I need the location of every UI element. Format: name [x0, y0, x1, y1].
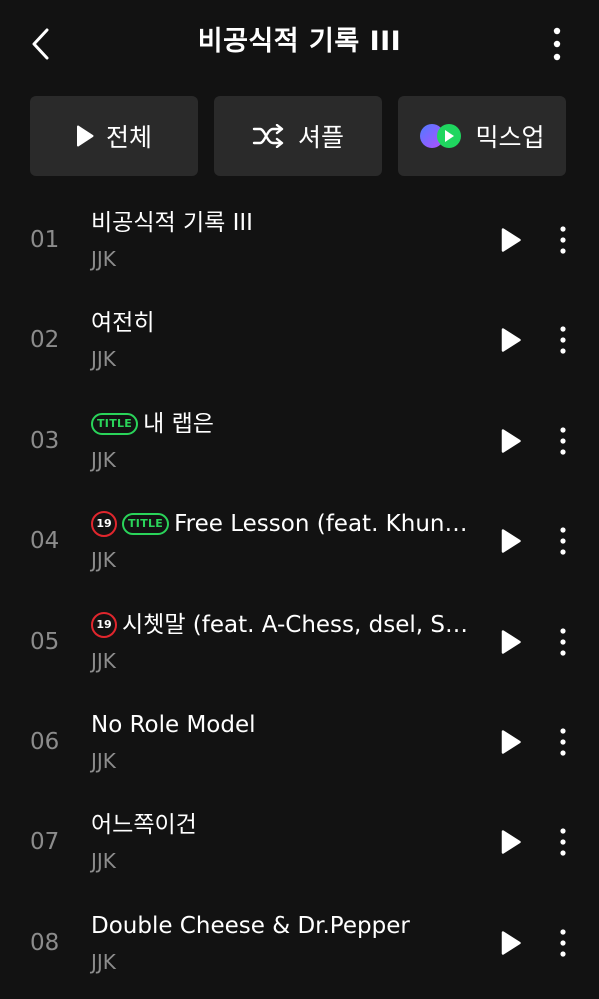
track-play-button[interactable]	[494, 521, 528, 561]
track-more-button[interactable]	[548, 923, 578, 963]
explicit-badge: 19	[91, 511, 117, 537]
track-play-button[interactable]	[494, 722, 528, 762]
track-title-text: Double Cheese & Dr.Pepper	[91, 913, 410, 939]
title-track-badge: TITLE	[91, 413, 139, 435]
track-title-text: Free Lesson (feat. Khundi…	[174, 511, 479, 537]
track-title: Double Cheese & Dr.Pepper	[91, 908, 479, 944]
more-vertical-icon	[553, 27, 561, 61]
track-artist: JJK	[91, 649, 116, 673]
track-row[interactable]: 02 여전히 JJK	[0, 290, 599, 390]
shuffle-button[interactable]: 셔플	[214, 96, 382, 176]
play-all-label: 전체	[105, 123, 152, 152]
mixup-label: 믹스업	[475, 123, 545, 152]
explicit-badge: 19	[91, 612, 117, 638]
track-play-button[interactable]	[494, 923, 528, 963]
track-artist: JJK	[91, 849, 116, 873]
track-more-button[interactable]	[548, 320, 578, 360]
track-number: 01	[30, 227, 60, 253]
track-more-button[interactable]	[548, 220, 578, 260]
track-artist: JJK	[91, 448, 116, 472]
more-vertical-icon	[560, 728, 566, 756]
play-icon	[501, 630, 521, 654]
more-vertical-icon	[560, 326, 566, 354]
track-number: 02	[30, 327, 60, 353]
mixup-button[interactable]: 믹스업	[398, 96, 566, 176]
play-icon	[501, 429, 521, 453]
more-vertical-icon	[560, 527, 566, 555]
track-artist: JJK	[91, 749, 116, 773]
mixup-icon	[420, 124, 462, 148]
shuffle-icon	[252, 124, 284, 148]
track-title-text: 여전히	[91, 310, 155, 336]
track-more-button[interactable]	[548, 822, 578, 862]
play-icon	[501, 529, 521, 553]
track-title: 여전히	[91, 305, 479, 341]
page-title: 비공식적 기록 III	[197, 26, 402, 57]
more-vertical-icon	[560, 628, 566, 656]
track-number: 08	[30, 930, 60, 956]
track-row[interactable]: 01 비공식적 기록 III JJK	[0, 190, 599, 290]
track-artist: JJK	[91, 548, 116, 572]
app-header: 비공식적 기록 III	[0, 0, 599, 86]
track-row[interactable]: 04 19 TITLE Free Lesson (feat. Khundi… JJK	[0, 491, 599, 591]
track-title-text: 어느쪽이건	[91, 812, 197, 838]
more-vertical-icon	[560, 427, 566, 455]
more-vertical-icon	[560, 828, 566, 856]
track-play-button[interactable]	[494, 320, 528, 360]
track-title: TITLE 내 랩은	[91, 406, 479, 442]
track-artist: JJK	[91, 950, 116, 974]
track-play-button[interactable]	[494, 622, 528, 662]
track-title: No Role Model	[91, 707, 479, 743]
title-track-badge: TITLE	[122, 513, 170, 535]
track-title: 19 시쳇말 (feat. A-Chess, dsel, So…	[91, 607, 479, 643]
play-icon	[501, 328, 521, 352]
track-more-button[interactable]	[548, 521, 578, 561]
track-number: 05	[30, 629, 60, 655]
track-row[interactable]: 06 No Role Model JJK	[0, 692, 599, 792]
track-more-button[interactable]	[548, 722, 578, 762]
track-more-button[interactable]	[548, 421, 578, 461]
shuffle-label: 셔플	[297, 123, 344, 152]
track-title: 비공식적 기록 III	[91, 205, 479, 241]
back-button[interactable]	[22, 24, 58, 64]
track-title-text: 내 랩은	[143, 411, 214, 437]
play-icon	[501, 228, 521, 252]
play-icon	[501, 730, 521, 754]
track-row[interactable]: 03 TITLE 내 랩은 JJK	[0, 391, 599, 491]
track-row[interactable]: 05 19 시쳇말 (feat. A-Chess, dsel, So… JJK	[0, 592, 599, 692]
track-play-button[interactable]	[494, 220, 528, 260]
play-icon	[501, 830, 521, 854]
track-artist: JJK	[91, 347, 116, 371]
track-row[interactable]: 07 어느쪽이건 JJK	[0, 792, 599, 892]
track-play-button[interactable]	[494, 421, 528, 461]
track-number: 06	[30, 729, 60, 755]
more-vertical-icon	[560, 929, 566, 957]
play-all-button[interactable]: 전체	[30, 96, 198, 176]
track-number: 03	[30, 428, 60, 454]
track-title: 어느쪽이건	[91, 807, 479, 843]
play-icon	[501, 931, 521, 955]
track-title-text: 시쳇말 (feat. A-Chess, dsel, So…	[122, 612, 479, 638]
track-number: 04	[30, 528, 60, 554]
more-options-button[interactable]	[540, 22, 574, 66]
track-title-text: No Role Model	[91, 712, 256, 738]
more-vertical-icon	[560, 226, 566, 254]
track-number: 07	[30, 829, 60, 855]
track-row[interactable]: 08 Double Cheese & Dr.Pepper JJK	[0, 893, 599, 993]
track-more-button[interactable]	[548, 622, 578, 662]
play-icon	[76, 125, 94, 147]
track-title-text: 비공식적 기록 III	[91, 210, 253, 236]
track-title: 19 TITLE Free Lesson (feat. Khundi…	[91, 506, 479, 542]
track-play-button[interactable]	[494, 822, 528, 862]
action-buttons: 전체 셔플 믹스업	[30, 96, 567, 176]
chevron-left-icon	[32, 28, 49, 60]
track-artist: JJK	[91, 247, 116, 271]
